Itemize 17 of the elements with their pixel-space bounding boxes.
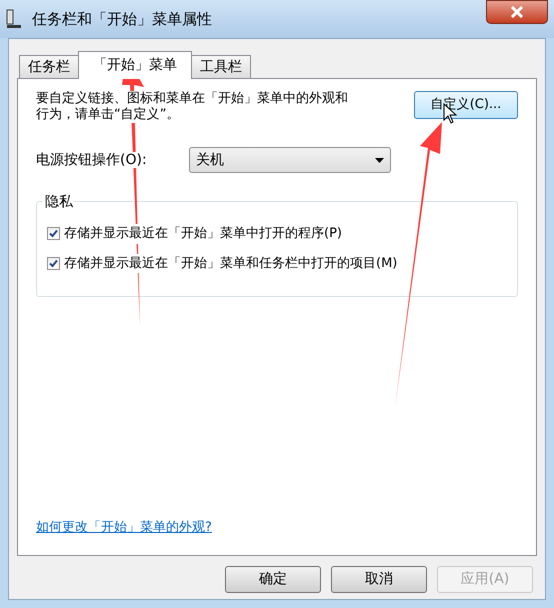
checkbox[interactable] [47,256,60,270]
power-action-dropdown[interactable]: 关机 [189,147,391,173]
dialog-button[interactable]: 确定 [225,566,321,593]
checkbox[interactable] [47,227,60,240]
close-icon [510,6,524,18]
power-action-label: 电源按钮操作(O): [36,150,148,170]
window-title: 任务栏和「开始」菜单属性 [32,8,212,30]
dialog-button[interactable]: 取消 [331,566,427,593]
tab[interactable]: 工具栏 [191,55,251,79]
dropdown-arrow-icon [375,158,384,162]
tab[interactable]: 「开始」菜单 [78,51,192,79]
close-button[interactable] [486,0,548,24]
monitor-icon [6,9,22,29]
checkbox-label: 存储并显示最近在「开始」菜单和任务栏中打开的项目(M) [64,254,398,273]
tab[interactable]: 任务栏 [19,55,79,79]
checkbox-label: 存储并显示最近在「开始」菜单中打开的程序(P) [64,224,342,244]
help-link[interactable]: 如何更改「开始」菜单的外观? [36,518,518,537]
